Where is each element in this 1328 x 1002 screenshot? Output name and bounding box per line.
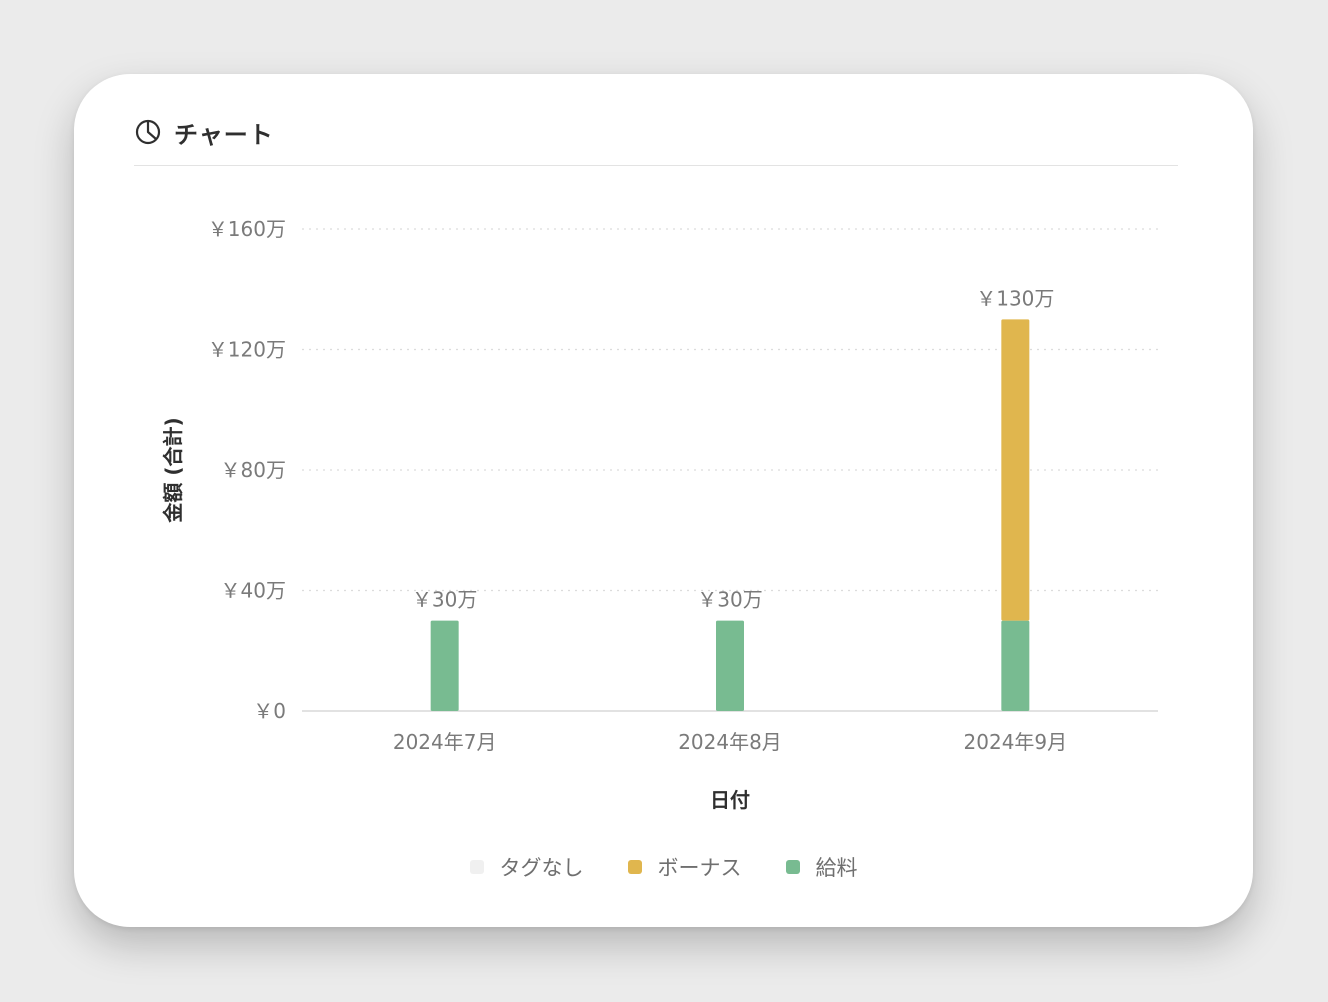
legend-swatch [627,860,642,874]
legend-item[interactable]: 給料 [785,852,858,882]
y-tick-label: ￥80万 [221,458,286,482]
x-tick-label: 2024年9月 [964,730,1068,754]
y-tick-label: ￥120万 [208,338,286,362]
bar-total-label: ￥30万 [412,588,477,612]
bar-segment [716,620,744,711]
legend-item[interactable]: ボーナス [627,852,742,882]
y-axis-title: 金額 (合計) [161,417,185,523]
legend-label: ボーナス [657,856,742,880]
stacked-bar-chart: ￥0 ￥40万 ￥80万 ￥120万 ￥160万 ￥30万 2024年7月 ￥30万 2024年… [161,217,1158,812]
legend-swatch [785,860,800,874]
x-tick-label: 2024年8月 [678,730,782,754]
legend-label: 給料 [815,856,858,880]
legend-label: タグなし [499,856,584,880]
bar-segment [430,620,459,711]
x-axis-title: 日付 [710,788,750,812]
y-tick-label: ￥0 [253,699,286,723]
y-tick-label: ￥160万 [208,217,286,241]
chart-card: チャート ￥0 ￥40万 ￥80万 ￥120万 ￥160万 ￥30万 2024年7月 ￥30万… [74,74,1253,927]
y-tick-label: ￥40万 [221,579,286,603]
bar-total-label: ￥130万 [976,286,1054,310]
bar-segment [1001,319,1030,621]
bar-total-label: ￥30万 [697,588,762,612]
x-tick-label: 2024年7月 [393,730,497,754]
legend-item[interactable]: タグなし [469,852,584,882]
legend-swatch [469,860,484,874]
chart-legend: タグなし ボーナス 給料 [74,852,1253,882]
bar-segment [1001,620,1030,711]
